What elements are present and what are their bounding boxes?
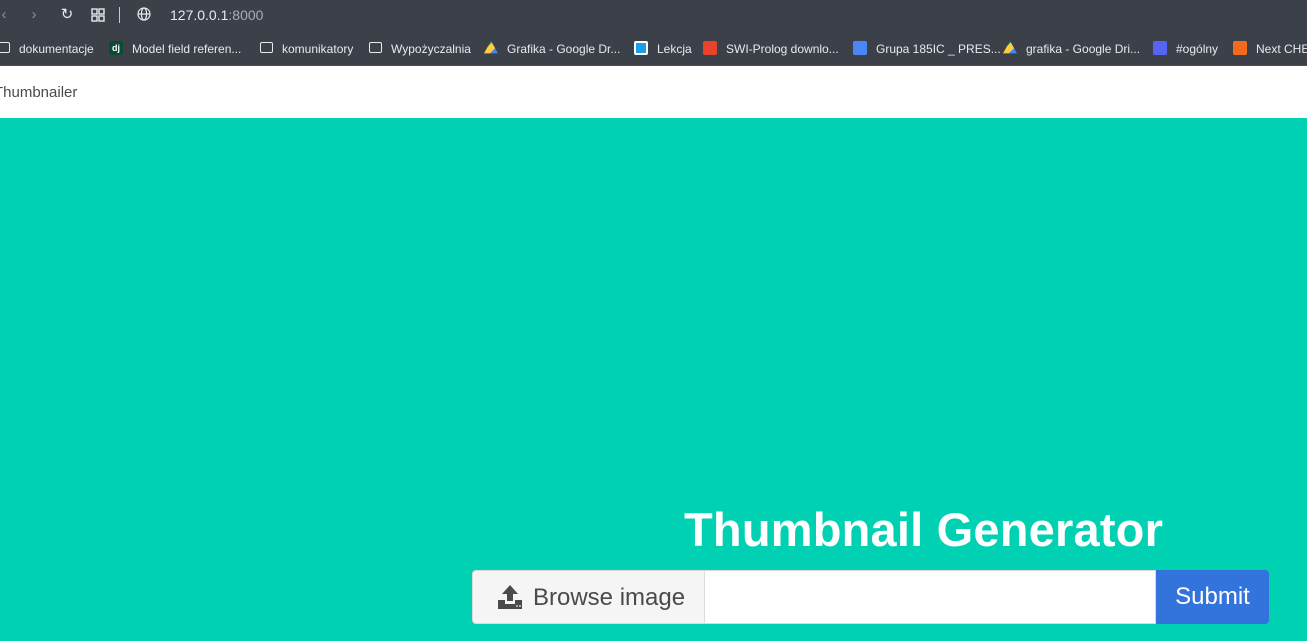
bookmark-label: Wypożyczalnia — [391, 41, 471, 56]
url-host: 127.0.0.1 — [170, 7, 229, 23]
bookmarks-bar: dokumentacje dj Model field referen... ko… — [0, 31, 1307, 66]
bookmark-django[interactable]: dj Model field referen... — [109, 39, 241, 57]
file-name-field[interactable] — [705, 570, 1156, 624]
page-title: Thumbnail Generator — [684, 503, 1164, 556]
google-drive-icon — [1003, 40, 1017, 54]
orange-circle-icon — [1233, 40, 1247, 55]
bookmark-komunikatory[interactable]: komunikatory — [260, 39, 353, 57]
discord-icon — [1153, 40, 1167, 55]
bookmark-lekcja[interactable]: Lekcja — [634, 39, 692, 57]
globe-icon[interactable] — [137, 7, 151, 21]
folder-icon — [260, 42, 273, 54]
reload-icon[interactable]: ↻ — [57, 5, 77, 25]
bookmark-grafika-drive-2[interactable]: grafika - Google Dri... — [1003, 39, 1140, 57]
owl-icon — [703, 40, 717, 55]
bookmark-swi-prolog[interactable]: SWI-Prolog downlo... — [703, 39, 839, 57]
forward-arrow-icon[interactable]: › — [24, 5, 44, 25]
upload-form: Browse image Submit — [472, 570, 1269, 624]
browser-toolbar: ‹ › ↻ 127.0.0.1:8000 — [0, 0, 1307, 31]
folder-icon — [369, 42, 382, 54]
bookmark-next[interactable]: Next CHE — [1233, 39, 1307, 57]
bookmark-ogolny[interactable]: #ogólny — [1153, 39, 1218, 57]
bookmark-label: dokumentacje — [19, 41, 94, 56]
django-icon: dj — [109, 40, 123, 55]
bookmark-grafika-drive[interactable]: Grafika - Google Dr... — [484, 39, 620, 57]
brand-link[interactable]: Thumbnailer — [0, 84, 77, 101]
bookmark-label: #ogólny — [1176, 41, 1219, 56]
google-drive-icon — [484, 40, 498, 54]
address-bar[interactable]: 127.0.0.1:8000 — [170, 7, 263, 23]
browse-image-button[interactable]: Browse image — [472, 570, 705, 624]
submit-button[interactable]: Submit — [1156, 570, 1269, 624]
google-docs-icon — [853, 40, 867, 55]
bookmark-label: SWI-Prolog downlo... — [726, 41, 839, 56]
upload-icon — [497, 584, 523, 610]
bookmark-label: Grupa 185IC _ PRES... — [876, 41, 1001, 56]
bookmark-label: Next CHE — [1256, 41, 1307, 56]
bookmark-dokumentacje[interactable]: dokumentacje — [0, 39, 94, 57]
bookmark-label: Grafika - Google Dr... — [507, 41, 621, 56]
bookmark-label: grafika - Google Dri... — [1026, 41, 1141, 56]
tab-grid-icon[interactable] — [88, 5, 108, 25]
bookmark-label: Model field referen... — [132, 41, 242, 56]
browse-image-label: Browse image — [533, 584, 686, 611]
lekcja-icon — [634, 40, 648, 55]
bookmark-label: Lekcja — [657, 41, 692, 56]
folder-icon — [0, 42, 10, 54]
toolbar-divider — [119, 7, 120, 23]
bookmark-grupa[interactable]: Grupa 185IC _ PRES... — [853, 39, 1001, 57]
bookmark-wypozyczalnia[interactable]: Wypożyczalnia — [369, 39, 471, 57]
navbar: Thumbnailer — [0, 66, 1307, 118]
back-arrow-icon[interactable]: ‹ — [0, 5, 14, 25]
url-port: :8000 — [228, 7, 264, 23]
bookmark-label: komunikatory — [282, 41, 354, 56]
